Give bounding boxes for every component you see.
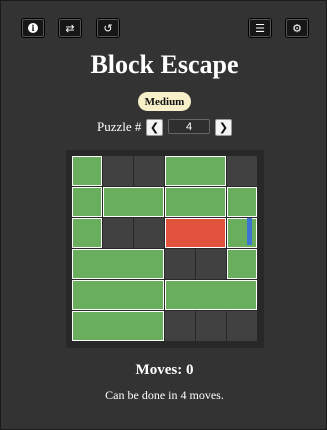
chevron-left-icon: ❮ [149,121,160,134]
board-cell [103,218,133,248]
next-puzzle-button[interactable]: ❯ [215,119,232,136]
info-icon: i [28,23,38,33]
puzzle-number-input[interactable] [168,119,210,134]
game-window: i ⇄ ↺ ☰ ⚙ Block Escape Medium Puzzle # ❮… [0,0,327,430]
shuffle-icon: ⇄ [65,21,75,35]
gear-icon: ⚙ [292,21,302,35]
block[interactable] [165,280,257,310]
block[interactable] [72,218,102,248]
chevron-right-icon: ❯ [218,121,229,134]
info-button[interactable]: i [22,19,44,37]
prev-puzzle-button[interactable]: ❮ [146,119,163,136]
list-icon: ☰ [255,21,265,35]
board-cell [165,249,195,279]
block[interactable] [103,187,164,217]
block[interactable] [72,156,102,186]
game-title: Block Escape [90,50,239,79]
block[interactable] [72,249,164,279]
block[interactable] [72,187,102,217]
board-cell [196,249,226,279]
board-cell [134,218,164,248]
board-cell [103,156,133,186]
list-button[interactable]: ☰ [249,19,271,37]
difficulty-badge[interactable]: Medium [138,92,191,111]
board-cell [227,311,257,341]
moves-counter: Moves: 0 [135,362,194,378]
solution-hint: Can be done in 4 moves. [105,388,224,402]
target-block[interactable] [165,218,226,248]
undo-icon: ↺ [103,21,113,35]
block[interactable] [72,311,164,341]
shuffle-button[interactable]: ⇄ [59,19,81,37]
settings-button[interactable]: ⚙ [286,19,308,37]
block[interactable] [165,187,226,217]
game-board [66,150,264,348]
board-cell [227,156,257,186]
undo-button[interactable]: ↺ [97,19,119,37]
block[interactable] [165,156,226,186]
exit-marker [247,218,252,245]
puzzle-label: Puzzle # [97,119,142,134]
block[interactable] [227,218,257,248]
block[interactable] [227,249,257,279]
board-cell [134,156,164,186]
block[interactable] [72,280,164,310]
board-cell [165,311,195,341]
board-cell [196,311,226,341]
block[interactable] [227,187,257,217]
